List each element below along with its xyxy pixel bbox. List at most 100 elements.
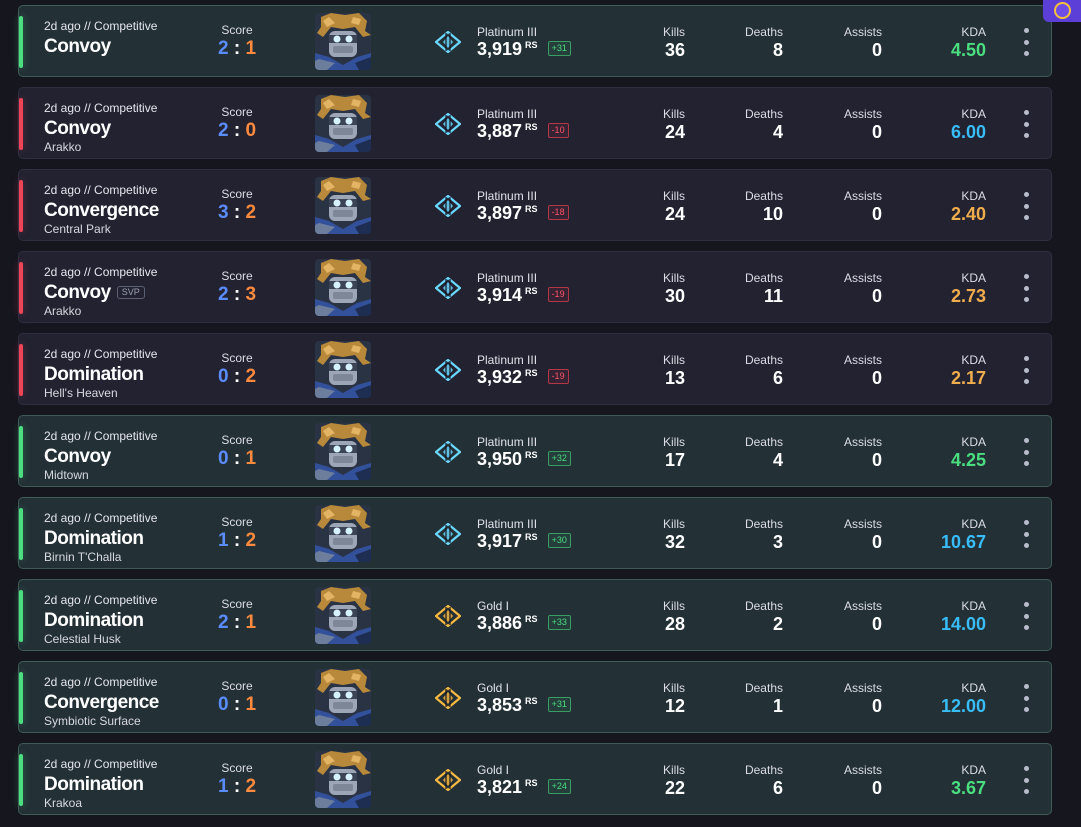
kda-value: 4.25 xyxy=(950,450,986,470)
assists-value: 0 xyxy=(871,204,882,224)
score-team-a: 2 xyxy=(217,612,229,633)
hero-portrait[interactable] xyxy=(315,95,371,152)
more-options-icon[interactable] xyxy=(1019,602,1033,630)
rank-score-change: +30 xyxy=(547,533,571,548)
score-separator: : xyxy=(233,612,241,633)
map-location: Celestial Husk xyxy=(44,632,121,646)
kda-value: 10.67 xyxy=(940,532,986,552)
result-indicator xyxy=(19,590,23,642)
map-name: Domination xyxy=(44,774,144,795)
rank-name: Platinum III xyxy=(477,353,538,367)
assists-value: 0 xyxy=(871,778,882,798)
deaths-value: 6 xyxy=(772,778,783,798)
score-value: 0 : 1 xyxy=(199,695,275,714)
match-row[interactable]: 2d ago // Competitive Convoy Score 2 : 1 xyxy=(18,5,1052,77)
kda-value: 14.00 xyxy=(940,614,986,634)
hero-portrait[interactable] xyxy=(315,587,371,644)
match-row[interactable]: 2d ago // Competitive Domination Birnin … xyxy=(18,497,1052,569)
match-row[interactable]: 2d ago // Competitive Domination Celesti… xyxy=(18,579,1052,651)
kda-label: KDA xyxy=(961,435,986,449)
map-name: Domination xyxy=(44,610,144,631)
deaths-label: Deaths xyxy=(744,189,783,203)
hero-portrait[interactable] xyxy=(315,751,371,808)
score-team-a: 2 xyxy=(217,284,229,305)
kills-label: Kills xyxy=(662,763,685,777)
more-options-icon[interactable] xyxy=(1019,684,1033,712)
more-options-icon[interactable] xyxy=(1019,766,1033,794)
rank-name: Platinum III xyxy=(477,517,538,531)
kda-label: KDA xyxy=(961,763,986,777)
kda-label: KDA xyxy=(961,189,986,203)
match-meta: 2d ago // Competitive xyxy=(44,347,158,361)
hero-portrait[interactable] xyxy=(315,505,371,562)
score-value: 0 : 1 xyxy=(199,449,275,468)
kills-value: 28 xyxy=(664,614,685,634)
match-row[interactable]: 2d ago // Competitive Convoy Arakko Scor… xyxy=(18,87,1052,159)
score-value: 2 : 1 xyxy=(199,39,275,58)
assists-label: Assists xyxy=(843,271,882,285)
kda-value: 6.00 xyxy=(950,122,986,142)
assists-value: 0 xyxy=(871,122,882,142)
rank-score: 3,887 xyxy=(477,121,523,141)
hero-portrait[interactable] xyxy=(315,13,371,70)
rank-score: 3,919 xyxy=(477,39,523,59)
match-row[interactable]: 2d ago // Competitive Convoy SVP Arakko S… xyxy=(18,251,1052,323)
more-options-icon[interactable] xyxy=(1019,438,1033,466)
rank-score-change: +31 xyxy=(547,697,571,712)
deaths-value: 10 xyxy=(762,204,783,224)
score-separator: : xyxy=(233,776,241,797)
hero-portrait[interactable] xyxy=(315,177,371,234)
assists-label: Assists xyxy=(843,189,882,203)
assists-value: 0 xyxy=(871,368,882,388)
rank-name: Gold I xyxy=(477,599,510,613)
hero-portrait[interactable] xyxy=(315,341,371,398)
match-row[interactable]: 2d ago // Competitive Convergence Centra… xyxy=(18,169,1052,241)
match-meta: 2d ago // Competitive xyxy=(44,511,158,525)
more-options-icon[interactable] xyxy=(1019,520,1033,548)
match-meta: 2d ago // Competitive xyxy=(44,675,158,689)
assists-value: 0 xyxy=(871,696,882,716)
score-separator: : xyxy=(233,530,241,551)
rank-diamond-icon xyxy=(435,277,461,299)
score-separator: : xyxy=(233,38,241,59)
score-label: Score xyxy=(221,269,253,283)
result-indicator xyxy=(19,672,23,724)
score-team-a: 2 xyxy=(217,38,229,59)
map-name: Domination xyxy=(44,528,144,549)
score-team-a: 3 xyxy=(217,202,229,223)
map-location: Arakko xyxy=(44,140,82,154)
match-row[interactable]: 2d ago // Competitive Convoy Midtown Sco… xyxy=(18,415,1052,487)
score-label: Score xyxy=(221,433,253,447)
hero-portrait[interactable] xyxy=(315,423,371,480)
kda-value: 2.40 xyxy=(950,204,986,224)
assists-label: Assists xyxy=(843,353,882,367)
deaths-label: Deaths xyxy=(744,599,783,613)
score-value: 1 : 2 xyxy=(199,531,275,550)
more-options-icon[interactable] xyxy=(1019,274,1033,302)
rank-score-change: +32 xyxy=(547,451,571,466)
rank-score: 3,897 xyxy=(477,203,523,223)
more-options-icon[interactable] xyxy=(1019,28,1033,56)
score-value: 0 : 2 xyxy=(199,367,275,386)
rank-score-unit: RS xyxy=(525,286,538,296)
more-options-icon[interactable] xyxy=(1019,192,1033,220)
more-options-icon[interactable] xyxy=(1019,356,1033,384)
kda-value: 3.67 xyxy=(950,778,986,798)
hero-portrait[interactable] xyxy=(315,669,371,726)
result-indicator xyxy=(19,16,23,68)
kda-label: KDA xyxy=(961,681,986,695)
browser-extension-button[interactable] xyxy=(1043,0,1081,22)
match-row[interactable]: 2d ago // Competitive Domination Krakoa … xyxy=(18,743,1052,815)
assists-label: Assists xyxy=(843,517,882,531)
match-row[interactable]: 2d ago // Competitive Domination Hell's … xyxy=(18,333,1052,405)
deaths-value: 11 xyxy=(763,286,783,306)
rank-score-unit: RS xyxy=(525,532,538,542)
hero-portrait[interactable] xyxy=(315,259,371,316)
rank-name: Platinum III xyxy=(477,107,538,121)
kda-value: 12.00 xyxy=(940,696,986,716)
rank-score: 3,914 xyxy=(477,285,523,305)
score-separator: : xyxy=(233,202,241,223)
map-location: Symbiotic Surface xyxy=(44,714,141,728)
more-options-icon[interactable] xyxy=(1019,110,1033,138)
match-row[interactable]: 2d ago // Competitive Convergence Symbio… xyxy=(18,661,1052,733)
